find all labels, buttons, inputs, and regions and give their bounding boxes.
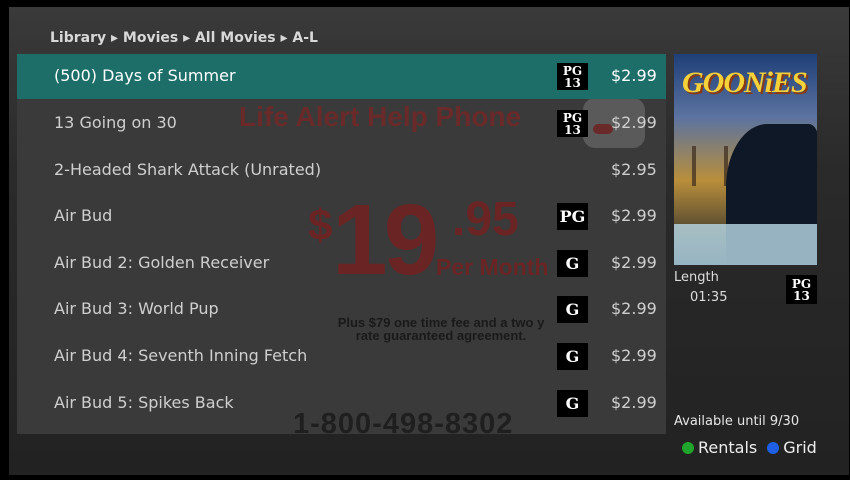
movie-price: $2.99 [611, 346, 657, 365]
rating-badge: G [557, 296, 588, 323]
movie-row[interactable]: Air Bud 3: World Pup G $2.99 [17, 287, 666, 332]
guide-screen: Library ▸ Movies ▸ All Movies ▸ A-L Life… [0, 0, 850, 480]
rating-badge-top: G [565, 299, 580, 319]
rating-badge: G [557, 250, 588, 277]
movie-title: Air Bud 4: Seventh Inning Fetch [54, 346, 308, 365]
movie-row[interactable]: Air Bud 5: Spikes Back G $2.99 [17, 381, 666, 426]
length-label: Length [674, 270, 719, 285]
rating-badge-top: PG [562, 110, 583, 125]
movie-list: Life Alert Help Phone $ 19 .95 Per Month… [17, 54, 666, 434]
bottom-button-bar: Rentals Grid [682, 438, 827, 457]
rentals-button-label: Rentals [698, 438, 758, 457]
movie-title: (500) Days of Summer [54, 66, 236, 85]
blue-dot-icon [767, 441, 780, 454]
movie-row[interactable]: Air Bud 2: Golden Receiver G $2.99 [17, 241, 666, 286]
movie-price: $2.99 [611, 393, 657, 412]
movie-price: $2.99 [611, 66, 657, 85]
movie-price: $2.95 [611, 160, 657, 179]
rating-badge-bottom: 13 [793, 288, 810, 303]
movie-price: $2.99 [611, 253, 657, 272]
rating-badge-top: PG [562, 63, 583, 78]
movie-title: Air Bud 2: Golden Receiver [54, 253, 270, 272]
breadcrumb: Library ▸ Movies ▸ All Movies ▸ A-L [50, 30, 318, 46]
movie-row[interactable]: 13 Going on 30 PG 13 $2.99 [17, 101, 666, 146]
rentals-button[interactable]: Rentals [682, 438, 757, 457]
movie-row[interactable]: Air Bud 4: Seventh Inning Fetch G $2.99 [17, 334, 666, 379]
rating-badge: PG 13 [557, 63, 588, 90]
length-value: 01:35 [690, 290, 728, 305]
availability-text: Available until 9/30 [674, 414, 800, 429]
grid-button-label: Grid [783, 438, 817, 457]
poster-waves-graphic [674, 224, 817, 265]
rating-badge: G [557, 390, 588, 417]
rating-badge-top: G [565, 346, 580, 366]
movie-title: 13 Going on 30 [54, 113, 177, 132]
movie-price: $2.99 [611, 113, 657, 132]
movie-title: Air Bud [54, 206, 113, 225]
movie-row[interactable]: 2-Headed Shark Attack (Unrated) $2.95 [17, 148, 666, 193]
rating-badge-bottom: 13 [564, 122, 581, 137]
poster-title: GOONiES [682, 66, 808, 99]
movie-row[interactable]: Air Bud PG $2.99 [17, 194, 666, 239]
movie-title: Air Bud 3: World Pup [54, 299, 219, 318]
rating-badge: G [557, 343, 588, 370]
rating-badge-bottom: 13 [564, 75, 581, 90]
rating-badge-top: G [565, 253, 580, 273]
movie-row[interactable]: (500) Days of Summer PG 13 $2.99 [17, 54, 666, 99]
rating-badge-top: PG [791, 276, 812, 291]
movie-price: $2.99 [611, 299, 657, 318]
green-dot-icon [682, 441, 694, 454]
rating-badge-top: G [565, 393, 580, 413]
rating-badge: PG 13 [557, 110, 588, 137]
movie-price: $2.99 [611, 206, 657, 225]
detail-rating-badge: PG 13 [786, 275, 817, 304]
movie-title: 2-Headed Shark Attack (Unrated) [54, 160, 322, 179]
rating-badge-top: PG [559, 206, 586, 226]
rating-badge: PG [557, 203, 588, 230]
poster-ship-graphic [692, 146, 728, 186]
movie-title: Air Bud 5: Spikes Back [54, 393, 234, 412]
movie-poster: GOONiES [674, 54, 817, 265]
grid-button[interactable]: Grid [767, 438, 817, 457]
